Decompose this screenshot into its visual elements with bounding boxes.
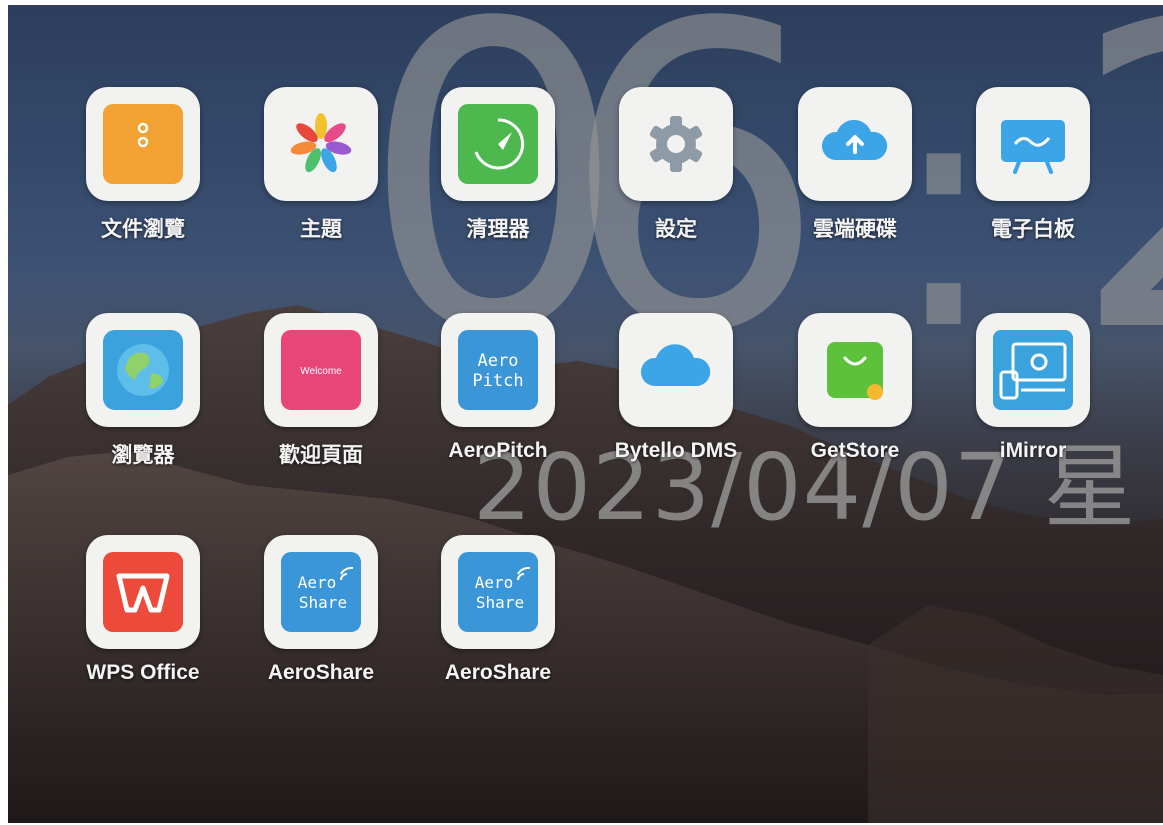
aeroshare-icon-text-1: Aero <box>298 573 337 592</box>
app-aeroshare-2[interactable]: Aero Share AeroShare <box>413 535 583 685</box>
app-cloud-drive[interactable]: 雲端硬碟 <box>770 87 940 243</box>
app-tile[interactable] <box>264 87 378 201</box>
cloud-icon <box>640 344 711 386</box>
app-label: 雲端硬碟 <box>813 218 897 241</box>
app-label: 歡迎頁面 <box>279 444 363 467</box>
app-imirror[interactable]: iMirror <box>948 313 1118 463</box>
settings-icon <box>649 116 703 172</box>
app-tile[interactable]: Aero Pitch <box>441 313 555 427</box>
mirror-screen-icon <box>993 330 1073 410</box>
app-tile[interactable] <box>86 535 200 649</box>
app-label: 清理器 <box>466 218 530 241</box>
app-label: Bytello DMS <box>614 439 738 462</box>
app-aeroshare-1[interactable]: Aero Share AeroShare <box>236 535 406 685</box>
app-label: 主題 <box>300 218 342 241</box>
welcome-icon: Welcome <box>281 330 361 410</box>
aeropitch-icon: Aero Pitch <box>458 330 538 410</box>
app-settings[interactable]: 設定 <box>591 87 761 243</box>
app-aeropitch[interactable]: Aero Pitch AeroPitch <box>413 313 583 463</box>
app-tile[interactable] <box>619 313 733 427</box>
app-bytello-dms[interactable]: Bytello DMS <box>591 313 761 463</box>
app-tile[interactable] <box>798 87 912 201</box>
aeroshare-icon-text-2: Share <box>299 593 347 612</box>
app-whiteboard[interactable]: 電子白板 <box>948 87 1118 243</box>
home-screen: 0 6 : 2 2023/04/07 星 文件瀏覽 <box>8 5 1163 823</box>
app-label: iMirror <box>999 439 1067 462</box>
app-label: 瀏覽器 <box>111 444 175 467</box>
app-label: AeroPitch <box>448 439 548 462</box>
app-label: 電子白板 <box>991 218 1075 241</box>
aeropitch-icon-text-2: Pitch <box>472 371 523 391</box>
app-getstore[interactable]: GetStore <box>770 313 940 463</box>
aeroshare-icon: Aero Share <box>281 552 361 632</box>
app-wps-office[interactable]: WPS Office <box>58 535 228 685</box>
app-label: 文件瀏覽 <box>101 218 185 241</box>
app-label: AeroShare <box>267 661 375 684</box>
aeroshare-icon-text-1: Aero <box>475 573 514 592</box>
app-tile[interactable]: Welcome <box>264 313 378 427</box>
app-label: GetStore <box>810 439 900 462</box>
app-tile[interactable] <box>976 313 1090 427</box>
app-tile[interactable]: Aero Share <box>441 535 555 649</box>
app-tile[interactable]: Aero Share <box>264 535 378 649</box>
app-tile[interactable] <box>619 87 733 201</box>
app-cleaner[interactable]: 清理器 <box>413 87 583 243</box>
app-theme[interactable]: 主題 <box>236 87 406 243</box>
app-tile[interactable] <box>86 313 200 427</box>
file-manager-icon <box>103 104 183 184</box>
cleaner-icon <box>458 104 538 184</box>
aeroshare-icon-text-2: Share <box>476 593 524 612</box>
whiteboard-icon <box>1001 120 1065 174</box>
browser-globe-icon <box>103 330 183 410</box>
welcome-icon-text: Welcome <box>300 366 342 377</box>
store-bag-icon <box>827 342 883 400</box>
app-tile[interactable] <box>86 87 200 201</box>
wps-icon <box>103 552 183 632</box>
app-file-manager[interactable]: 文件瀏覽 <box>58 87 228 243</box>
aeropitch-icon-text-1: Aero <box>478 351 519 371</box>
aeroshare-icon: Aero Share <box>458 552 538 632</box>
app-label: 設定 <box>655 218 697 241</box>
app-label: WPS Office <box>86 661 200 684</box>
app-tile[interactable] <box>976 87 1090 201</box>
theme-icon <box>290 113 352 173</box>
app-label: AeroShare <box>444 661 552 684</box>
app-welcome[interactable]: Welcome 歡迎頁面 <box>236 313 406 469</box>
cloud-drive-icon <box>821 119 888 160</box>
app-browser[interactable]: 瀏覽器 <box>58 313 228 469</box>
app-tile[interactable] <box>798 313 912 427</box>
app-tile[interactable] <box>441 87 555 201</box>
